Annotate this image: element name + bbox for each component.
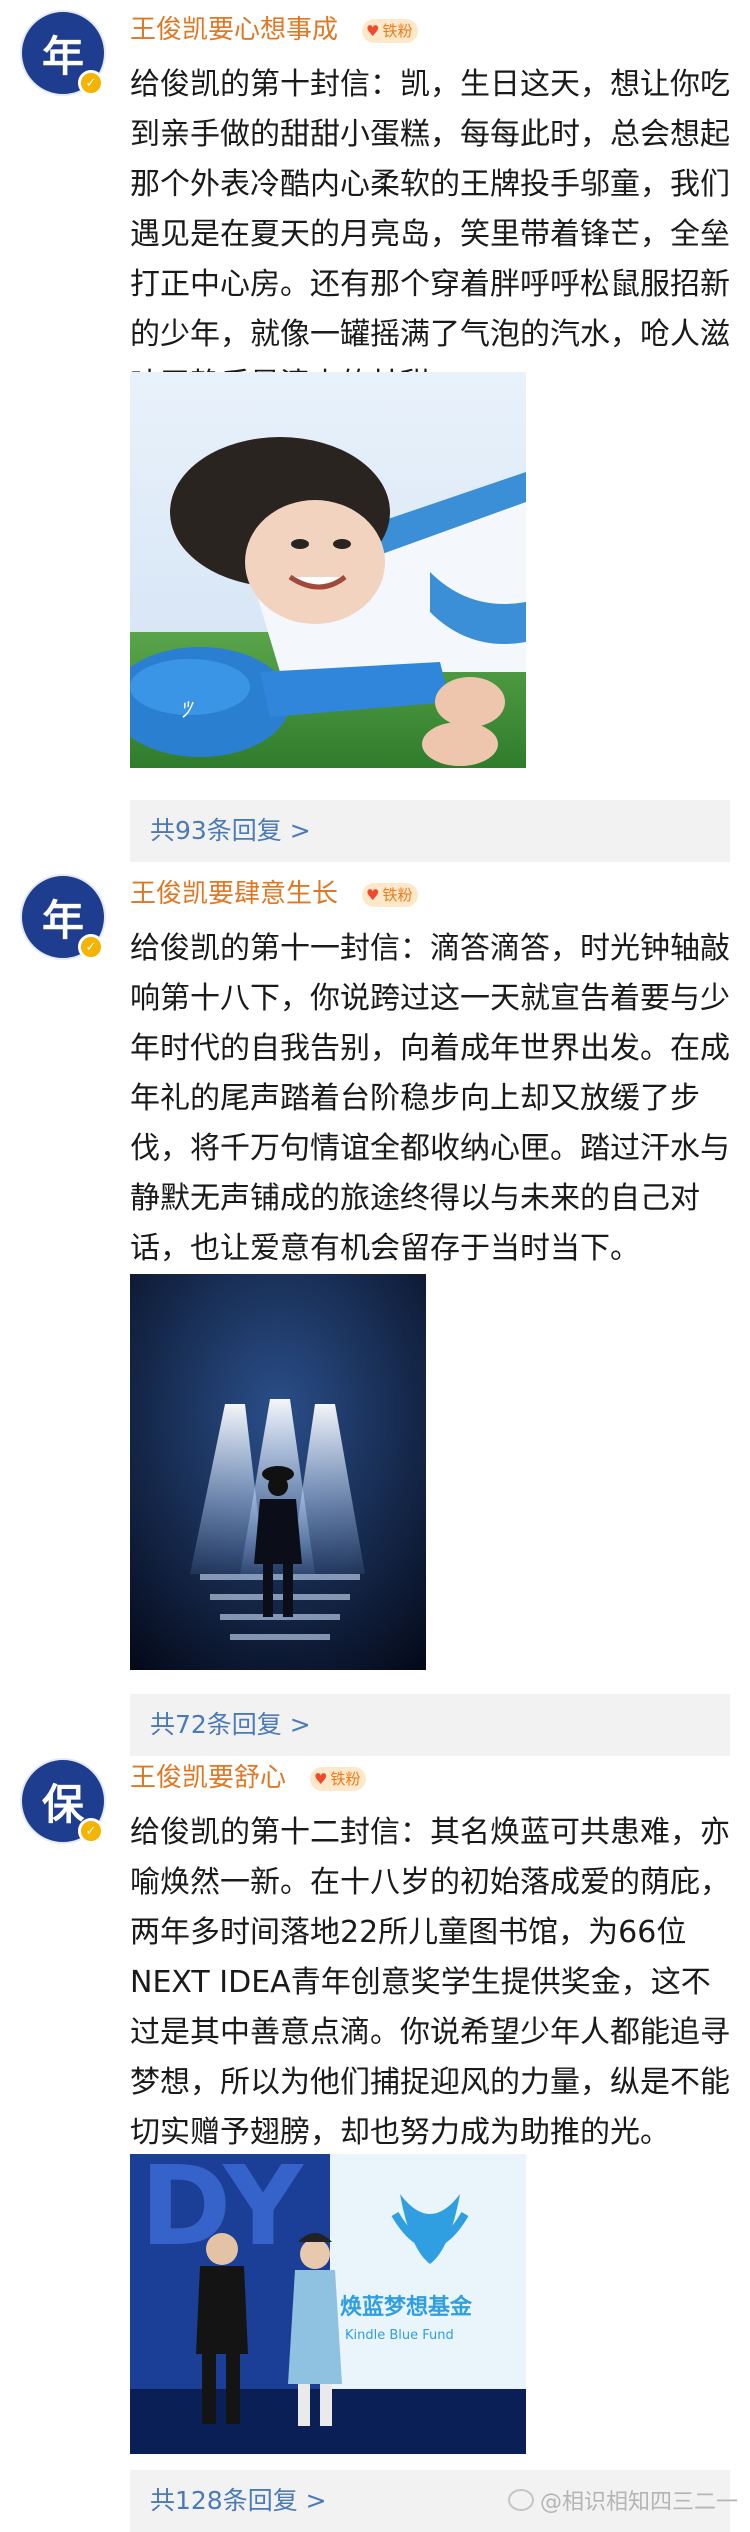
fan-badge: ♥ 铁粉: [362, 19, 419, 43]
comment-text: 给俊凯的第十封信：凯，生日这天，想让你吃到亲手做的甜甜小蛋糕，每每此时，总会想起…: [130, 67, 730, 402]
event-photo-illustration: DY 焕蓝梦想基金 Kindle Blue Fund: [130, 2154, 526, 2454]
heart-icon: ♥: [366, 22, 380, 40]
username-link[interactable]: 王俊凯要肆意生长: [130, 874, 338, 914]
comment-image[interactable]: DY 焕蓝梦想基金 Kindle Blue Fund: [130, 2154, 526, 2454]
comment-post-1: 年 ✓ 王俊凯要心想事成 ♥ 铁粉 给俊凯的第十封信：凯，生日这天，想让你吃到亲…: [0, 10, 750, 862]
comment-post-3: 保 ✓ 王俊凯要舒心 ♥ 铁粉 给俊凯的第十二封信：其名焕蓝可共患难，亦喻焕然一…: [0, 1758, 750, 2532]
fan-badge: ♥ 铁粉: [362, 883, 419, 907]
heart-icon: ♥: [314, 1770, 328, 1788]
fan-badge: ♥ 铁粉: [310, 1767, 367, 1791]
comment-image[interactable]: [130, 1274, 426, 1670]
comment-image[interactable]: ﾂ: [130, 372, 526, 768]
verified-badge-icon: ✓: [78, 70, 104, 96]
watermark: @相识相知四三二一: [507, 2484, 738, 2516]
verified-badge-icon: ✓: [78, 1818, 104, 1844]
verified-badge-icon: ✓: [78, 934, 104, 960]
username-link[interactable]: 王俊凯要心想事成: [130, 10, 338, 50]
username-link[interactable]: 王俊凯要舒心: [130, 1758, 286, 1798]
comment-text: 给俊凯的第十二封信：其名焕蓝可共患难，亦喻焕然一新。在十八岁的初始落成爱的荫庇，…: [130, 1815, 730, 2150]
boy-photo-illustration: ﾂ: [130, 372, 526, 768]
comment-post-2: 年 ✓ 王俊凯要肆意生长 ♥ 铁粉 给俊凯的第十一封信：滴答滴答，时光钟轴敲响第…: [0, 874, 750, 1756]
view-replies-link[interactable]: 共93条回复 >: [130, 800, 730, 862]
stage-photo-illustration: [130, 1274, 426, 1670]
svg-text:焕蓝梦想基金: 焕蓝梦想基金: [340, 2294, 473, 2320]
view-replies-link[interactable]: 共72条回复 >: [130, 1694, 730, 1756]
comment-text: 给俊凯的第十一封信：滴答滴答，时光钟轴敲响第十八下，你说跨过这一天就宣告着要与少…: [130, 931, 730, 1266]
weibo-logo-icon: [507, 2489, 534, 2511]
heart-icon: ♥: [366, 886, 380, 904]
svg-text:Kindle Blue Fund: Kindle Blue Fund: [345, 2328, 454, 2343]
